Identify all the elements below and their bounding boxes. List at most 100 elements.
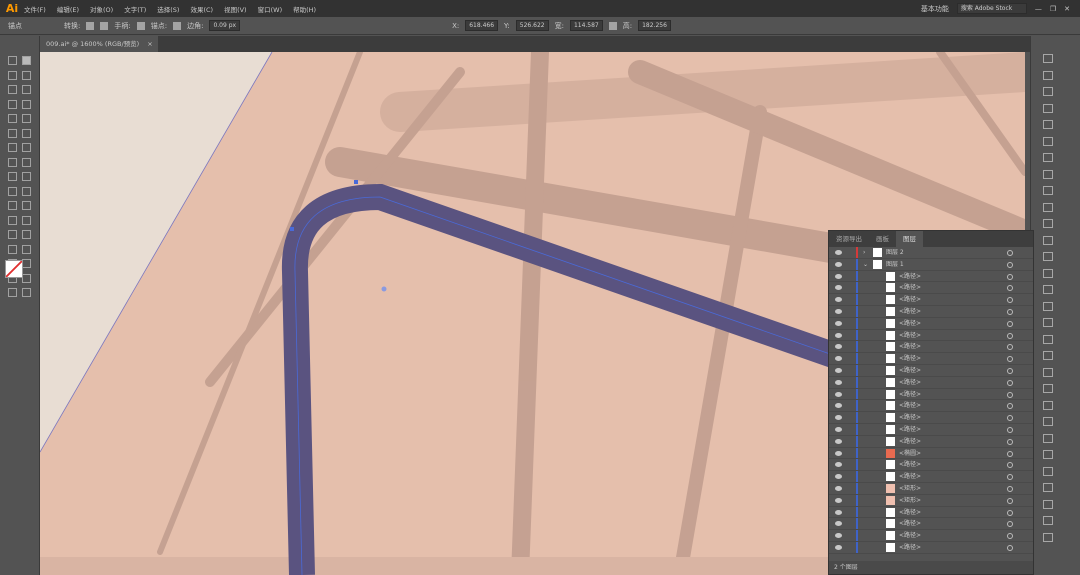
tool-button[interactable] bbox=[8, 230, 17, 239]
tool-button[interactable] bbox=[22, 143, 31, 152]
panel-icon[interactable] bbox=[1043, 483, 1053, 492]
tool-button[interactable] bbox=[22, 273, 31, 283]
close-tab-icon[interactable]: × bbox=[147, 40, 152, 48]
height-input[interactable]: 182.256 bbox=[638, 20, 671, 31]
tool-button[interactable] bbox=[22, 157, 31, 167]
sublayer-row[interactable]: <路径> bbox=[829, 518, 1033, 531]
panel-icon[interactable] bbox=[1043, 400, 1053, 410]
eye-icon[interactable] bbox=[835, 474, 842, 480]
tool-button[interactable] bbox=[8, 244, 17, 254]
panel-icon[interactable] bbox=[1043, 136, 1053, 146]
eye-icon[interactable] bbox=[835, 356, 842, 362]
eye-icon[interactable] bbox=[835, 391, 842, 397]
target-icon[interactable] bbox=[1007, 261, 1013, 268]
panel-icon[interactable] bbox=[1043, 103, 1053, 113]
convert-smooth-icon[interactable] bbox=[86, 21, 95, 30]
corner-input[interactable]: 0.09 px bbox=[209, 20, 241, 31]
tool-button[interactable] bbox=[22, 85, 31, 94]
panel-icon[interactable] bbox=[1043, 318, 1053, 327]
panel-icon[interactable] bbox=[1043, 54, 1053, 63]
tool-button[interactable] bbox=[8, 215, 17, 225]
target-icon[interactable] bbox=[1007, 533, 1013, 540]
target-icon[interactable] bbox=[1007, 250, 1013, 256]
panel-icon[interactable] bbox=[1043, 87, 1053, 96]
tool-button[interactable] bbox=[8, 85, 17, 94]
eye-icon[interactable] bbox=[835, 544, 842, 550]
tool-button[interactable] bbox=[22, 70, 31, 80]
tool-button[interactable] bbox=[8, 201, 17, 210]
panel-icon[interactable] bbox=[1043, 301, 1053, 311]
stock-search-input[interactable]: 搜索 Adobe Stock bbox=[956, 3, 1027, 14]
panel-icon[interactable] bbox=[1043, 70, 1053, 80]
eye-icon[interactable] bbox=[835, 485, 842, 491]
panel-icon[interactable] bbox=[1043, 334, 1053, 344]
sublayer-row[interactable]: <路径> bbox=[829, 305, 1033, 318]
tool-button[interactable] bbox=[22, 172, 31, 181]
target-icon[interactable] bbox=[1007, 521, 1013, 528]
sublayer-row[interactable]: <路径> bbox=[829, 270, 1033, 283]
tool-button[interactable] bbox=[22, 128, 31, 138]
eye-icon[interactable] bbox=[835, 250, 842, 255]
panel-icon[interactable] bbox=[1043, 268, 1053, 278]
sublayer-row[interactable]: <椭圆> bbox=[829, 447, 1033, 460]
panel-icon[interactable] bbox=[1043, 202, 1053, 212]
target-icon[interactable] bbox=[1007, 356, 1013, 363]
tool-button[interactable] bbox=[8, 114, 17, 123]
tool-button[interactable] bbox=[8, 172, 17, 181]
eye-icon[interactable] bbox=[835, 462, 842, 468]
eye-icon[interactable] bbox=[835, 533, 842, 539]
panel-icon[interactable] bbox=[1043, 186, 1053, 195]
expand-arrow-icon[interactable]: › bbox=[863, 247, 865, 258]
sublayer-row[interactable]: <路径> bbox=[829, 353, 1033, 365]
workspace-switcher[interactable]: 基本功能 bbox=[921, 4, 949, 14]
tool-button[interactable] bbox=[8, 288, 17, 297]
tool-button[interactable] bbox=[8, 143, 17, 152]
sublayer-row[interactable]: <路径> bbox=[829, 506, 1033, 519]
panel-icon[interactable] bbox=[1043, 285, 1053, 294]
maximize-button[interactable]: ❐ bbox=[1050, 5, 1056, 13]
eye-icon[interactable] bbox=[835, 403, 842, 409]
target-icon[interactable] bbox=[1007, 474, 1013, 481]
target-icon[interactable] bbox=[1007, 403, 1013, 410]
panel-icon[interactable] bbox=[1043, 235, 1053, 245]
menu-item[interactable]: 效果(C) bbox=[190, 4, 213, 14]
target-icon[interactable] bbox=[1007, 485, 1013, 492]
eye-icon[interactable] bbox=[835, 426, 842, 432]
fill-stroke-swatch[interactable] bbox=[5, 260, 23, 278]
width-input[interactable]: 114.587 bbox=[569, 20, 603, 31]
target-icon[interactable] bbox=[1007, 391, 1013, 398]
eye-icon[interactable] bbox=[835, 509, 842, 515]
sublayer-row[interactable]: <路径> bbox=[829, 541, 1033, 554]
panel-icon[interactable] bbox=[1043, 120, 1053, 129]
target-icon[interactable] bbox=[1007, 332, 1013, 339]
eye-icon[interactable] bbox=[835, 497, 842, 503]
close-button[interactable]: ✕ bbox=[1064, 5, 1070, 13]
tool-button[interactable] bbox=[8, 99, 17, 109]
sublayer-row[interactable]: <路径> bbox=[829, 329, 1033, 342]
panel-tab[interactable]: 画板 bbox=[869, 231, 896, 247]
sublayer-row[interactable]: <路径> bbox=[829, 435, 1033, 448]
eye-icon[interactable] bbox=[835, 367, 842, 373]
panel-icon[interactable] bbox=[1043, 516, 1053, 525]
sublayer-row[interactable]: <路径> bbox=[829, 317, 1033, 330]
eye-icon[interactable] bbox=[835, 521, 842, 527]
target-icon[interactable] bbox=[1007, 497, 1013, 504]
eye-icon[interactable] bbox=[835, 320, 842, 326]
sublayer-row[interactable]: <路径> bbox=[829, 530, 1033, 542]
x-input[interactable]: 618.466 bbox=[465, 20, 499, 31]
link-icon[interactable] bbox=[608, 21, 617, 30]
panel-icon[interactable] bbox=[1043, 384, 1053, 393]
tool-button[interactable] bbox=[22, 56, 31, 65]
panel-icon[interactable] bbox=[1043, 219, 1053, 228]
tool-button[interactable] bbox=[22, 99, 31, 109]
menu-item[interactable]: 文字(T) bbox=[124, 4, 146, 14]
eye-icon[interactable] bbox=[835, 308, 842, 314]
target-icon[interactable] bbox=[1007, 285, 1013, 292]
eye-icon[interactable] bbox=[835, 297, 842, 303]
panel-tab[interactable]: 资源导出 bbox=[829, 231, 869, 247]
eye-icon[interactable] bbox=[835, 285, 842, 291]
sublayer-row[interactable]: <路径> bbox=[829, 388, 1033, 401]
panel-icon[interactable] bbox=[1043, 252, 1053, 261]
panel-icon[interactable] bbox=[1043, 169, 1053, 179]
target-icon[interactable] bbox=[1007, 273, 1013, 280]
